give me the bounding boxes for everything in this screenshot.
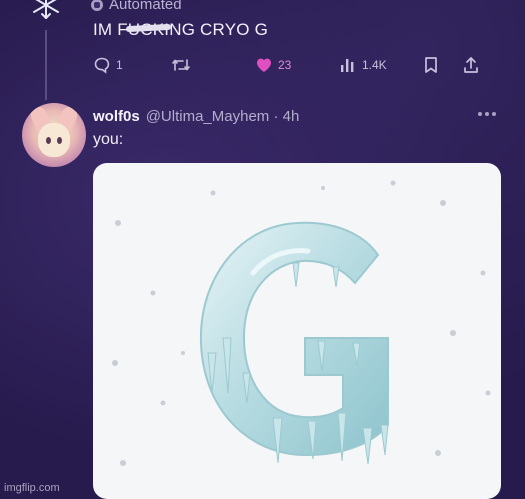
handle-and-time[interactable]: @Ultima_Mayhem · 4h	[146, 108, 300, 125]
reply-text: you:	[93, 131, 124, 148]
more-options-icon[interactable]	[478, 112, 502, 118]
bookmark-icon	[425, 57, 437, 73]
avatar[interactable]	[22, 103, 86, 167]
share-icon	[464, 57, 478, 73]
reply-button[interactable]: 1	[93, 56, 171, 74]
view-count: 1.4K	[362, 58, 387, 72]
attached-image[interactable]	[93, 163, 501, 499]
bookmark-button[interactable]	[423, 56, 463, 74]
bar-chart-icon	[341, 59, 354, 72]
share-button[interactable]	[463, 56, 483, 74]
retweet-button[interactable]	[171, 56, 255, 74]
thread-line	[45, 30, 47, 100]
imgflip-watermark: imgflip.com	[4, 482, 60, 494]
tweet-text-end: NG CRYO G	[169, 20, 268, 39]
like-button[interactable]: 23	[255, 57, 339, 73]
bot-icon	[91, 0, 103, 11]
retweet-icon	[172, 59, 190, 71]
views-button[interactable]: 1.4K	[339, 57, 423, 73]
display-name[interactable]: wolf0s	[93, 108, 140, 125]
reply-count: 1	[116, 58, 123, 72]
tweet-text-start: IM F	[93, 20, 128, 39]
heart-icon	[257, 58, 271, 72]
like-count: 23	[278, 58, 292, 72]
tweet-text: IM FUCKING CRYO G	[93, 20, 268, 40]
snowflake-icon	[33, 0, 59, 19]
automated-label: Automated	[109, 0, 182, 13]
reply-icon	[94, 57, 110, 74]
censor-scribble: UCKI	[127, 20, 170, 39]
ice-letter-g-image	[112, 180, 491, 466]
automated-row: Automated	[91, 0, 182, 13]
tweet-actions: 1 23 1.4K	[93, 56, 498, 74]
reply-header: wolf0s @Ultima_Mayhem · 4h	[93, 108, 299, 125]
